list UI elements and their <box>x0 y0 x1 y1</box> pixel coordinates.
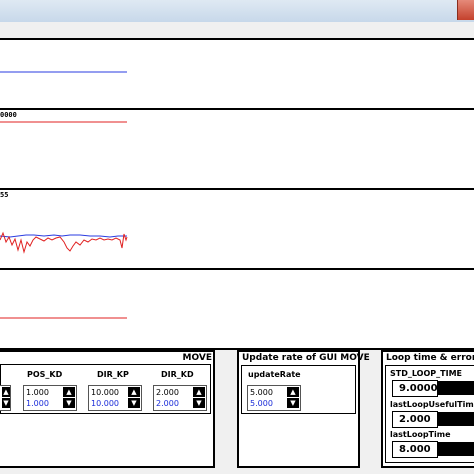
last-loop-useful-time-bar <box>437 412 474 426</box>
pos-kd-spinner[interactable]: 1.000 1.000 ▲ ▼ <box>23 385 77 411</box>
pos-kd-value-applied: 1.000 <box>26 399 49 408</box>
update-rate-value[interactable]: 5.000 <box>250 388 284 398</box>
dir-kp-value-applied: 10.000 <box>91 399 119 408</box>
triangle-up-icon[interactable]: ▲ <box>287 387 299 397</box>
plot-panel-3: 55 <box>0 188 474 270</box>
pos-kd-label: POS_KD <box>27 370 63 379</box>
plot-2-canvas <box>0 121 127 123</box>
plot-panel-4 <box>0 268 474 350</box>
dir-kd-value-applied: 2.000 <box>156 399 179 408</box>
move-param-0-spinner[interactable]: ▲ ▼ <box>0 385 11 411</box>
move-section-title: MOVE <box>182 353 212 363</box>
plot-3-canvas <box>0 231 128 254</box>
plot-4-canvas <box>0 317 127 319</box>
std-loop-time-bar <box>437 381 474 395</box>
plot-1-canvas <box>0 71 127 73</box>
update-rate-label: updateRate <box>248 370 301 379</box>
move-params-box: ▲ ▼ POS_KD 1.000 1.000 ▲ ▼ DIR_KP 10.000… <box>0 364 211 414</box>
triangle-up-icon[interactable]: ▲ <box>193 387 205 397</box>
move-section: MOVE ▲ ▼ POS_KD 1.000 1.000 ▲ ▼ DIR_KP 1… <box>0 350 215 468</box>
loop-time-section-title: Loop time & error <box>386 353 474 363</box>
loop-time-box: STD_LOOP_TIME 9.0000 lastLoopUsefulTime … <box>385 365 474 463</box>
dir-kp-value[interactable]: 10.000 <box>91 388 125 398</box>
update-rate-value-applied: 5.000 <box>250 399 273 408</box>
last-loop-useful-time-value: 2.000 <box>392 411 438 428</box>
gui-update-box: updateRate 5.000 5.000 ▲ ▼ <box>241 365 356 414</box>
loop-time-section: Loop time & error STD_LOOP_TIME 9.0000 l… <box>381 350 474 468</box>
std-loop-time-value: 9.0000 <box>392 380 438 397</box>
dir-kp-label: DIR_KP <box>97 370 129 379</box>
last-loop-time-label: lastLoopTime <box>390 430 451 439</box>
workspace: 0000 55 MOVE ▲ ▼ POS_KD 1.000 1.000 ▲ ▼ … <box>0 22 474 474</box>
triangle-down-icon[interactable]: ▼ <box>193 398 205 408</box>
last-loop-useful-time-label: lastLoopUsefulTime <box>390 400 474 409</box>
last-loop-time-value: 8.000 <box>392 441 438 458</box>
update-rate-spinner[interactable]: 5.000 5.000 ▲ ▼ <box>247 385 301 411</box>
last-loop-time-bar <box>437 442 474 456</box>
triangle-down-icon[interactable]: ▼ <box>128 398 140 408</box>
plot-panel-1 <box>0 38 474 110</box>
triangle-up-icon[interactable]: ▲ <box>63 387 75 397</box>
plot-panel-2: 0000 <box>0 108 474 190</box>
dir-kp-spinner[interactable]: 10.000 10.000 ▲ ▼ <box>88 385 142 411</box>
gui-update-section: Update rate of GUI MOVE updateRate 5.000… <box>237 350 370 468</box>
dir-kd-label: DIR_KD <box>161 370 194 379</box>
window-titlebar <box>0 0 474 23</box>
triangle-up-icon[interactable]: ▲ <box>128 387 140 397</box>
triangle-down-icon[interactable]: ▼ <box>63 398 75 408</box>
close-icon[interactable] <box>457 0 474 20</box>
std-loop-time-label: STD_LOOP_TIME <box>390 369 462 378</box>
pos-kd-value[interactable]: 1.000 <box>26 388 60 398</box>
triangle-down-icon[interactable]: ▼ <box>287 398 299 408</box>
plot-3-line-blue <box>0 234 127 238</box>
gui-update-section-title: Update rate of GUI MOVE <box>242 353 370 363</box>
dir-kd-value[interactable]: 2.000 <box>156 388 190 398</box>
dir-kd-spinner[interactable]: 2.000 2.000 ▲ ▼ <box>153 385 207 411</box>
triangle-down-icon[interactable]: ▼ <box>2 398 10 408</box>
triangle-up-icon[interactable]: ▲ <box>2 387 10 397</box>
